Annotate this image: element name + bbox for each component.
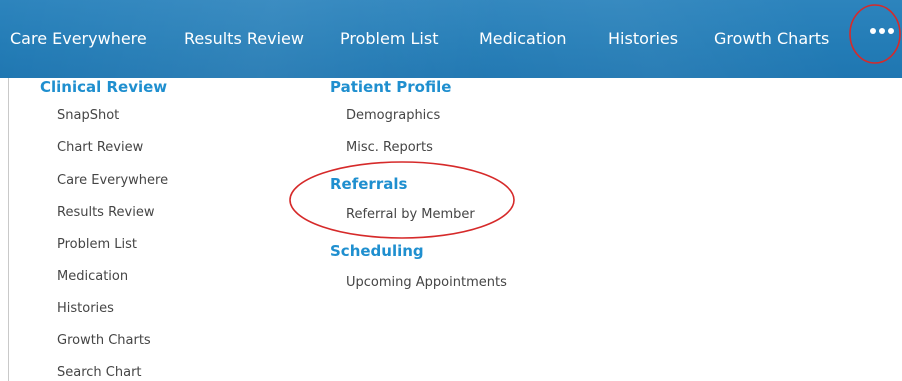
menu-item-misc-reports[interactable]: Misc. Reports bbox=[346, 139, 433, 157]
menu-item-growth-charts[interactable]: Growth Charts bbox=[57, 332, 151, 350]
menu-item-chart-review[interactable]: Chart Review bbox=[57, 139, 143, 157]
menu-item-snapshot[interactable]: SnapShot bbox=[57, 107, 119, 125]
annotation-circle-referrals bbox=[289, 161, 515, 239]
nav-tab-care-everywhere[interactable]: Care Everywhere bbox=[10, 28, 147, 50]
menu-panel-left-border bbox=[8, 78, 9, 381]
section-heading-patient-profile: Patient Profile bbox=[330, 78, 452, 96]
menu-item-upcoming-appointments[interactable]: Upcoming Appointments bbox=[346, 274, 507, 292]
section-heading-clinical-review: Clinical Review bbox=[40, 78, 168, 96]
nav-tab-histories[interactable]: Histories bbox=[608, 28, 678, 50]
menu-item-results-review[interactable]: Results Review bbox=[57, 204, 154, 222]
section-heading-scheduling: Scheduling bbox=[330, 242, 424, 260]
menu-item-care-everywhere[interactable]: Care Everywhere bbox=[57, 172, 168, 190]
menu-item-search-chart[interactable]: Search Chart bbox=[57, 364, 142, 381]
nav-tab-medication[interactable]: Medication bbox=[479, 28, 567, 50]
nav-tab-growth-charts[interactable]: Growth Charts bbox=[714, 28, 829, 50]
epic-menu-page: Care Everywhere Results Review Problem L… bbox=[0, 0, 902, 381]
nav-tab-problem-list[interactable]: Problem List bbox=[340, 28, 438, 50]
menu-item-demographics[interactable]: Demographics bbox=[346, 107, 440, 125]
menu-item-referral-by-member[interactable]: Referral by Member bbox=[346, 206, 475, 224]
menu-item-histories[interactable]: Histories bbox=[57, 300, 114, 318]
menu-item-problem-list[interactable]: Problem List bbox=[57, 236, 137, 254]
more-menu-button[interactable] bbox=[852, 16, 902, 62]
menu-item-medication[interactable]: Medication bbox=[57, 268, 128, 286]
top-nav-bar: Care Everywhere Results Review Problem L… bbox=[0, 0, 902, 78]
more-dots-icon bbox=[862, 28, 894, 38]
section-heading-referrals: Referrals bbox=[330, 175, 408, 193]
nav-tab-results-review[interactable]: Results Review bbox=[184, 28, 304, 50]
